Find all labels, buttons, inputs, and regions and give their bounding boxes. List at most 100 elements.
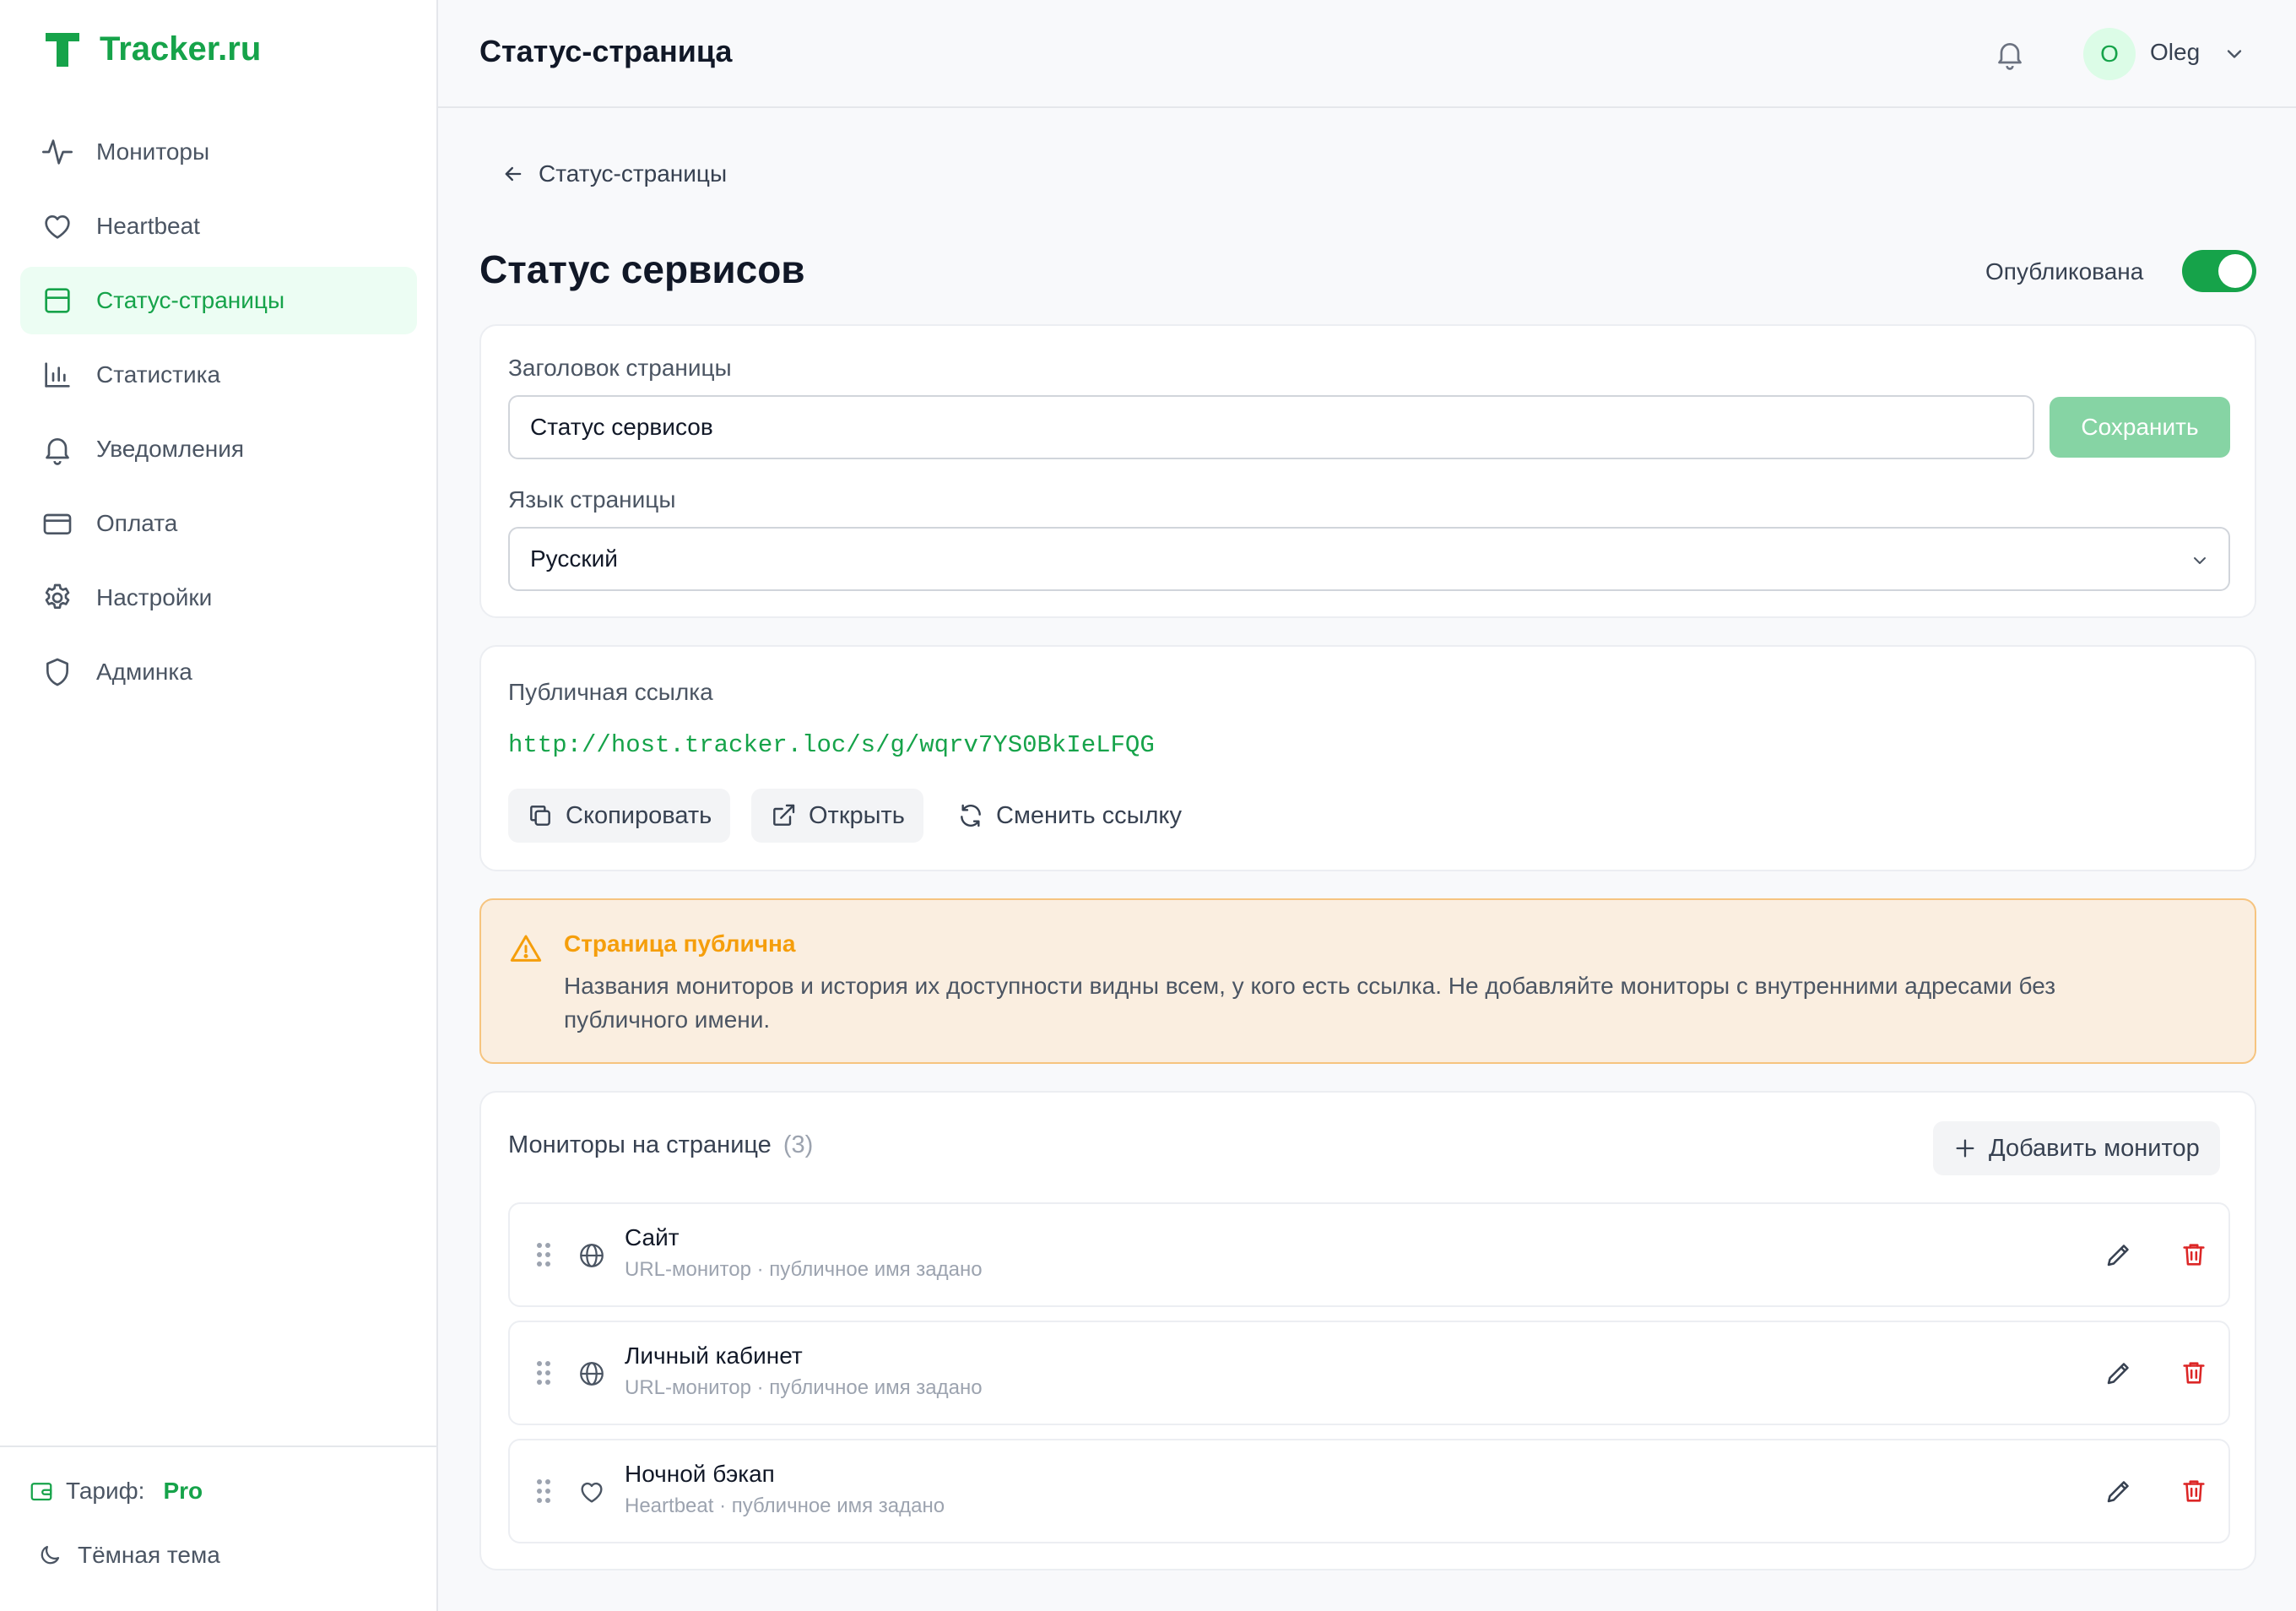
wallet-icon [30,1483,52,1501]
regenerate-link-label: Сменить ссылку [996,801,1182,829]
monitors-card: Мониторы на странице (3) Добавить монито… [479,1091,2256,1570]
sidebar-item-label: Уведомления [96,436,245,462]
theme-toggle[interactable]: Тёмная тема [37,1542,220,1569]
monitors-title: Мониторы на странице (3) [508,1131,813,1159]
notifications-button[interactable] [1993,35,2027,73]
monitor-subtitle: URL-монитор · публичное имя задано [625,1376,983,1399]
refresh-icon [961,804,981,827]
public-url[interactable]: http://host.tracker.loc/s/g/wqrv7YS0BkIe… [508,731,1155,759]
copy-link-label: Скопировать [566,801,712,829]
chevron-down-icon [2190,551,2210,571]
bell-icon [1998,43,2022,70]
edit-button[interactable] [2104,1239,2134,1270]
published-toggle[interactable] [2182,250,2256,292]
external-link-icon [773,804,795,826]
user-menu-toggle[interactable] [2223,42,2246,66]
pencil-icon [2107,1363,2129,1385]
public-link-card: Публичная ссылка http://host.tracker.loc… [479,645,2256,871]
monitors-title-label: Мониторы на странице [508,1131,772,1158]
bell-icon [46,438,69,465]
sidebar-item-status-pages[interactable]: Статус-страницы [20,267,417,334]
add-monitor-button[interactable]: Добавить монитор [1933,1121,2220,1175]
open-link-button[interactable]: Открыть [751,789,923,843]
plan-value: Pro [163,1478,203,1504]
warning-text: Названия мониторов и история их доступно… [564,973,2056,1033]
logo-text: Tracker.ru [100,30,262,68]
sidebar-item-statistics[interactable]: Статистика [20,341,417,409]
copy-link-button[interactable]: Скопировать [508,789,731,843]
warning-icon [508,932,544,966]
drag-handle-icon[interactable] [535,1241,552,1268]
toggle-knob [2218,254,2252,288]
back-link[interactable]: Статус-страницы [501,160,727,187]
delete-button[interactable] [2180,1476,2208,1506]
copy-icon [530,806,550,826]
page-header-title: Статус-страница [479,34,733,68]
theme-label: Тёмная тема [78,1542,220,1568]
chevron-down-icon [2227,50,2242,58]
sidebar-item-label: Настройки [96,584,213,610]
sidebar-item-label: Админка [96,659,192,685]
edit-button[interactable] [2104,1476,2134,1506]
layout-icon [45,288,70,313]
edit-button[interactable] [2104,1358,2134,1388]
public-warning: Страница публична Названия мониторов и и… [479,898,2256,1064]
gear-icon [45,583,70,609]
trash-icon [2183,1244,2205,1266]
delete-button[interactable] [2180,1239,2208,1270]
sidebar-item-label: Статус-страницы [96,287,285,313]
drag-handle-icon[interactable] [535,1359,552,1386]
sidebar-item-label: Статистика [96,361,221,388]
logo[interactable]: Tracker.ru [44,30,261,68]
activity-icon [42,139,73,165]
monitor-name: Сайт [625,1224,680,1250]
logo-mark-icon [46,32,79,67]
language-select-value: Русский [530,545,618,572]
plan-label: Тариф: [66,1478,145,1504]
page-title: Статус сервисов [479,247,805,291]
top-header: Статус-страница O Oleg [438,0,2296,108]
bar-chart-icon [45,362,70,388]
language-select[interactable]: Русский [508,527,2230,591]
heart-icon [577,1478,606,1506]
avatar[interactable]: O [2083,28,2136,80]
warning-title: Страница публична [564,930,796,957]
sidebar-item-monitors[interactable]: Мониторы [20,118,417,186]
globe-icon [577,1241,606,1270]
shield-icon [46,658,68,686]
add-monitor-label: Добавить монитор [1989,1134,2200,1162]
monitor-row: Ночной бэкап Heartbeat · публичное имя з… [508,1439,2230,1543]
sidebar-nav: Мониторы Heartbeat Статус-страницы Стати… [20,118,417,713]
sidebar-item-label: Мониторы [96,138,210,165]
moon-icon [41,1545,60,1565]
sidebar-item-heartbeat[interactable]: Heartbeat [20,193,417,260]
pencil-icon [2107,1481,2129,1503]
heart-icon [45,214,70,239]
monitor-row: Сайт URL-монитор · публичное имя задано [508,1202,2230,1307]
monitor-subtitle: URL-монитор · публичное имя задано [625,1258,983,1281]
monitors-count: (3) [782,1131,814,1158]
credit-card-icon [43,513,72,534]
delete-button[interactable] [2180,1358,2208,1388]
back-link-label: Статус-страницы [539,160,728,187]
sidebar-item-settings[interactable]: Настройки [20,564,417,632]
drag-handle-icon[interactable] [535,1478,552,1505]
page-title-input[interactable] [508,395,2034,459]
user-name[interactable]: Oleg [2150,39,2200,66]
monitor-name: Ночной бэкап [625,1461,775,1487]
save-button[interactable]: Сохранить [2050,397,2230,458]
plus-icon [1956,1139,1974,1158]
sidebar-item-notifications[interactable]: Уведомления [20,415,417,483]
regenerate-link-button[interactable]: Сменить ссылку [939,789,1200,843]
plan-info[interactable]: Тариф: Pro [29,1478,203,1505]
sidebar: Tracker.ru Мониторы Heartbeat Статус-стр… [0,0,438,1611]
sidebar-item-label: Heartbeat [96,213,200,239]
sidebar-item-label: Оплата [96,510,178,536]
pencil-icon [2107,1245,2129,1267]
trash-icon [2183,1362,2205,1384]
trash-icon [2183,1480,2205,1502]
sidebar-item-billing[interactable]: Оплата [20,490,417,557]
language-field-label: Язык страницы [508,486,676,513]
sidebar-item-admin[interactable]: Админка [20,638,417,706]
public-link-label: Публичная ссылка [508,679,713,705]
